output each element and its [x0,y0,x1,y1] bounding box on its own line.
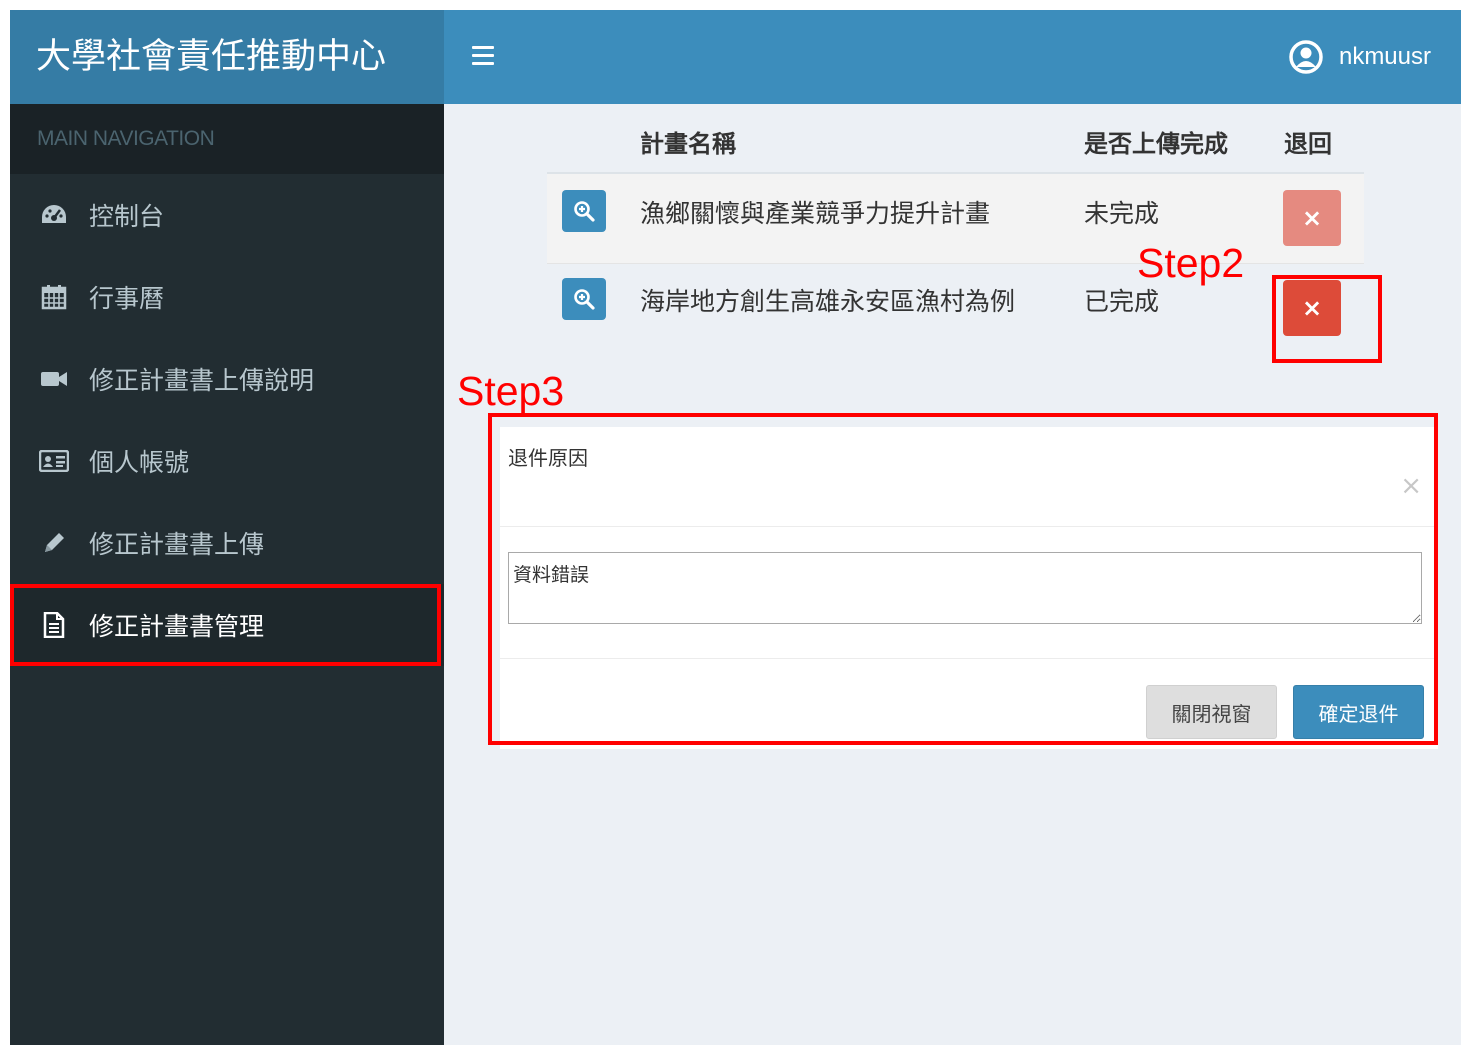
plan-name: 漁鄉關懷與產業競爭力提升計畫 [640,199,991,228]
video-camera-icon [39,366,69,392]
header-plan-name: 計畫名稱 [640,130,736,158]
sidebar-item-label: 修正計畫書上傳 [89,530,265,559]
zoom-in-icon [574,201,595,222]
step2-label: Step2 [1137,240,1245,286]
main-content: 計畫名稱 是否上傳完成 退回 漁鄉關懷與產業競爭力提升計畫 未完成 × 海岸地方… [444,104,1461,1045]
sidebar-item-label: 修正計畫書管理 [89,612,265,641]
sidebar: MAIN NAVIGATION 控制台 行事曆 修正計畫書上傳說明 個人帳號 修… [10,104,444,1045]
plan-table: 計畫名稱 是否上傳完成 退回 漁鄉關懷與產業競爭力提升計畫 未完成 × 海岸地方… [547,104,1364,353]
step3-label: Step3 [457,368,565,414]
file-text-icon [39,612,69,638]
view-button[interactable] [562,278,606,320]
top-navbar: nkmuusr [444,10,1461,104]
close-window-button[interactable]: 關閉視窗 [1146,685,1277,739]
modal-divider [500,658,1438,659]
zoom-in-icon [574,289,595,310]
sidebar-item-upload-instructions[interactable]: 修正計畫書上傳說明 [10,338,444,420]
modal-title: 退件原因 [508,446,588,470]
return-button[interactable]: × [1283,280,1341,336]
app-window: 大學社會責任推動中心 nkmuusr MAIN NAVIGATION 控制台 行… [10,10,1461,1045]
app-logo[interactable]: 大學社會責任推動中心 [10,10,444,104]
user-circle-icon [1289,40,1323,74]
header-return: 退回 [1284,130,1332,158]
pencil-icon [39,530,69,556]
modal-divider [500,526,1438,527]
sidebar-item-label: 控制台 [89,202,165,231]
nav-header: MAIN NAVIGATION [10,104,444,174]
sidebar-item-dashboard[interactable]: 控制台 [10,174,444,256]
sidebar-item-calendar[interactable]: 行事曆 [10,256,444,338]
upload-status: 已完成 [1084,287,1160,316]
sidebar-item-upload[interactable]: 修正計畫書上傳 [10,502,444,584]
user-name: nkmuusr [1338,43,1431,70]
sidebar-toggle-icon[interactable] [472,46,494,66]
upload-status: 未完成 [1084,199,1160,228]
plan-name: 海岸地方創生高雄永安區漁村為例 [640,287,1016,316]
confirm-return-button[interactable]: 確定退件 [1293,685,1424,739]
return-reason-modal: 退件原因 × 資料錯誤 關閉視窗 確定退件 [500,427,1438,749]
table-header: 計畫名稱 是否上傳完成 退回 [547,104,1364,174]
sidebar-item-manage[interactable]: 修正計畫書管理 [10,584,444,666]
dashboard-icon [39,202,69,228]
calendar-icon [39,284,69,310]
return-button-disabled[interactable]: × [1283,190,1341,246]
sidebar-item-account[interactable]: 個人帳號 [10,420,444,502]
id-card-icon [39,448,69,474]
close-icon[interactable]: × [1400,471,1422,501]
user-menu[interactable]: nkmuusr [1289,40,1431,74]
sidebar-item-label: 修正計畫書上傳說明 [89,366,315,395]
view-button[interactable] [562,190,606,232]
sidebar-item-label: 個人帳號 [89,448,190,477]
sidebar-item-label: 行事曆 [89,284,165,313]
header-upload-status: 是否上傳完成 [1084,130,1228,158]
reason-textarea[interactable]: 資料錯誤 [508,552,1422,624]
